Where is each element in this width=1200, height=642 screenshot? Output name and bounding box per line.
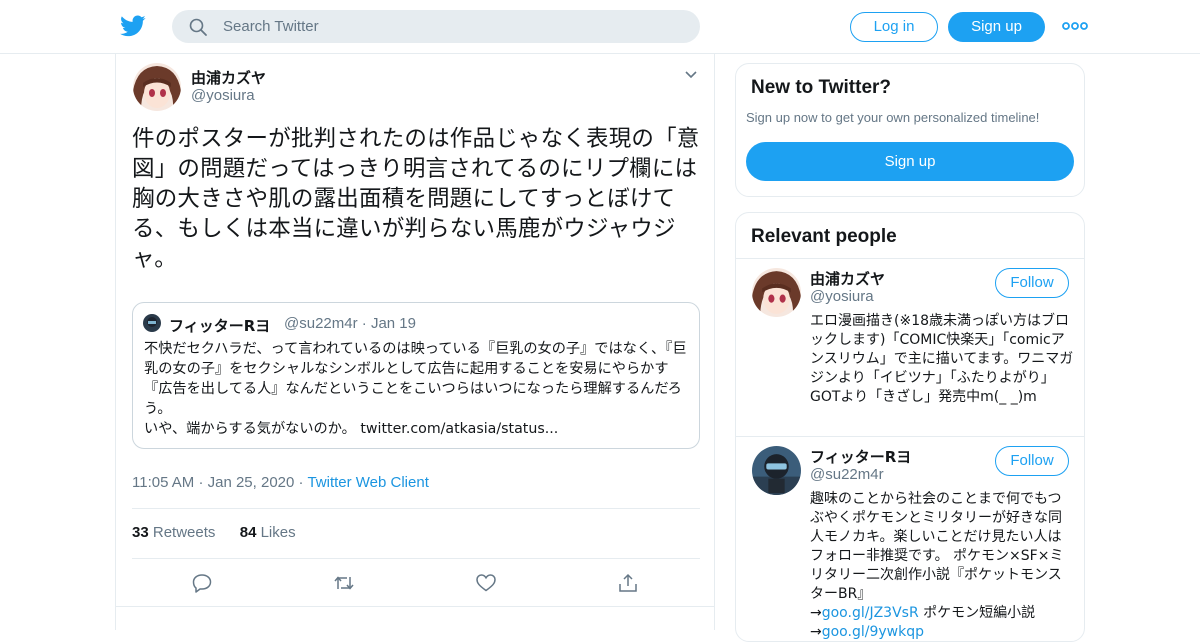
person-name[interactable]: フィッターRヨ: [810, 446, 911, 467]
card-title: Relevant people: [751, 226, 897, 247]
new-to-twitter-card: New to Twitter? Sign up now to get your …: [735, 63, 1085, 197]
signup-button[interactable]: Sign up: [948, 12, 1045, 42]
avatar[interactable]: [133, 63, 181, 111]
tweet-text: 件のポスターが批判されたのは作品じゃなく表現の「意図」の問題だってはっきり明言さ…: [132, 126, 700, 272]
person-handle[interactable]: @yosiura: [810, 288, 874, 305]
relevant-people-card: Relevant people 由浦カズヤ @yosiura Follow エロ…: [735, 212, 1085, 642]
person-item: 由浦カズヤ @yosiura Follow エロ漫画描き(※18歳未満っぽい方は…: [736, 258, 1084, 436]
reply-icon[interactable]: [191, 572, 213, 594]
like-icon[interactable]: [475, 572, 497, 594]
person-handle[interactable]: @su22m4r: [810, 466, 884, 483]
tweet-detail: 由浦カズヤ @yosiura 件のポスターが批判されたのは作品じゃなく表現の「意…: [115, 54, 715, 630]
share-icon[interactable]: [617, 572, 639, 594]
quoted-tweet[interactable]: フィッターRヨ @su22m4r · Jan 19 不快だセクハラだ、って言われ…: [132, 302, 700, 449]
person-bio: 趣味のことから社会のことまで何でもつぶやくポケモンとミリタリーが好きな同人モノカ…: [810, 491, 1064, 640]
more-options-icon[interactable]: [1062, 18, 1088, 34]
person-bio: エロ漫画描き(※18歳未満っぽい方はブロックします)「COMIC快楽天」「com…: [810, 313, 1074, 405]
chevron-down-icon[interactable]: [684, 70, 698, 80]
search-icon: [189, 18, 207, 36]
quoted-author-name: フィッターRヨ: [169, 317, 271, 335]
tweet-author-handle[interactable]: @yosiura: [191, 87, 255, 104]
sidebar-signup-button[interactable]: Sign up: [746, 142, 1074, 181]
divider: [132, 508, 700, 509]
search-placeholder: Search Twitter: [223, 18, 319, 35]
person-item: フィッターRヨ @su22m4r Follow 趣味のことから社会のことまで何で…: [736, 436, 1084, 640]
search-bar[interactable]: Search Twitter: [172, 10, 700, 43]
login-button[interactable]: Log in: [850, 12, 938, 42]
card-subtitle: Sign up now to get your own personalized…: [746, 110, 1040, 125]
tweet-meta: 11:05 AM · Jan 25, 2020 · Twitter Web Cl…: [132, 474, 429, 491]
top-bar: Search Twitter Log in Sign up: [0, 0, 1200, 54]
quoted-author-meta: @su22m4r · Jan 19: [284, 315, 416, 332]
tweet-client-link[interactable]: Twitter Web Client: [307, 474, 428, 491]
tweet-actions: [116, 572, 714, 594]
card-title: New to Twitter?: [751, 77, 892, 98]
quoted-text: 不快だセクハラだ、って言われているのは映っている『巨乳の女の子』ではなく、『巨乳…: [144, 341, 687, 437]
tweet-date[interactable]: Jan 25, 2020: [208, 474, 295, 491]
retweet-icon[interactable]: [333, 572, 355, 594]
tweet-time[interactable]: 11:05 AM: [132, 474, 194, 491]
follow-button[interactable]: Follow: [995, 446, 1069, 476]
twitter-logo-icon[interactable]: [120, 13, 146, 39]
bio-link[interactable]: goo.gl/9ywkqp: [822, 624, 924, 640]
follow-button[interactable]: Follow: [995, 268, 1069, 298]
quoted-link[interactable]: twitter.com/atkasia/status...: [360, 421, 558, 437]
retweets-stat[interactable]: 33 Retweets: [132, 524, 215, 541]
avatar[interactable]: [752, 268, 801, 317]
likes-stat[interactable]: 84 Likes: [240, 524, 296, 541]
divider: [132, 558, 700, 559]
tweet-stats: 33 Retweets 84 Likes: [132, 524, 296, 541]
person-name[interactable]: 由浦カズヤ: [810, 268, 885, 289]
avatar[interactable]: [752, 446, 801, 495]
tweet-author-name[interactable]: 由浦カズヤ: [191, 67, 266, 88]
avatar: [143, 314, 161, 332]
divider: [116, 606, 714, 607]
bio-link[interactable]: goo.gl/JZ3VsR: [822, 605, 919, 621]
